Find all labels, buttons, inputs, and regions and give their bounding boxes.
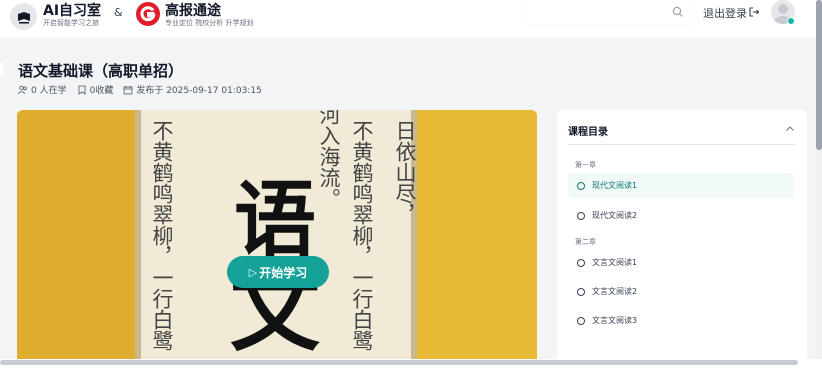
lesson-status-icon	[577, 287, 585, 296]
lesson-item-4[interactable]: 文言文阅读2	[568, 279, 794, 304]
course-catalog-panel: 课程目录 第一章 现代文阅读1 现代文阅读2 第二章 文言文阅读1 文言文阅读2…	[557, 110, 807, 375]
lesson-status-icon	[577, 211, 585, 220]
gaobao-logo-icon[interactable]	[135, 1, 161, 27]
logout-icon[interactable]	[748, 6, 760, 18]
horizontal-scrollbar-thumb[interactable]	[0, 360, 798, 365]
publish-date: 发布于 2025-09-17 01:03:15	[136, 86, 262, 96]
lesson-status-icon	[577, 181, 585, 190]
online-status-dot	[787, 17, 795, 25]
vertical-scrollbar-thumb[interactable]	[816, 0, 822, 150]
lesson-label: 文言文阅读2	[592, 287, 638, 296]
course-meta: 0 人在学 0收藏 发布于 2025-09-17 01:03:15	[18, 83, 262, 96]
top-bar	[0, 0, 822, 38]
catalog-title: 课程目录	[568, 127, 608, 138]
brand1-title: AI自习室	[43, 3, 102, 19]
logout-button[interactable]: 退出登录	[703, 5, 747, 21]
lesson-label: 文言文阅读3	[592, 316, 638, 325]
cover-poem-col-4: 日依山尽，	[393, 120, 417, 225]
lesson-item-1[interactable]: 现代文阅读1	[568, 173, 794, 198]
course-cover-image: 不黄鹤鸣翠柳，一行白鹭 河入海流。 不黄鹤鸣翠柳，一行白鹭 日依山尽， 语 文	[17, 110, 537, 375]
bookmark-icon[interactable]	[77, 85, 87, 95]
learner-count: 0 人在学	[31, 86, 67, 96]
ampersand: &	[114, 6, 123, 19]
chapter-2-title: 第二章	[575, 238, 596, 246]
lesson-status-icon	[577, 258, 585, 267]
calendar-icon	[123, 85, 133, 94]
cover-poem-col-1: 不黄鹤鸣翠柳，一行白鹭	[150, 120, 174, 351]
cover-poem-col-3: 不黄鹤鸣翠柳，一行白鹭	[350, 120, 374, 351]
search-icon[interactable]	[672, 6, 684, 18]
play-icon: ▷	[248, 265, 258, 279]
chapter-1-title: 第一章	[575, 161, 596, 169]
lesson-item-3[interactable]: 文言文阅读1	[568, 250, 794, 275]
cover-poem-col-2: 河入海流。	[317, 110, 341, 209]
start-learning-label: 开始学习	[259, 265, 308, 280]
lesson-label: 现代文阅读2	[592, 211, 638, 220]
start-learning-button[interactable]: ▷ 开始学习	[227, 256, 329, 288]
users-icon	[18, 85, 27, 94]
lesson-item-5[interactable]: 文言文阅读3	[568, 308, 794, 333]
lesson-label: 文言文阅读1	[592, 258, 638, 267]
course-title: 语文基础课（高职单招）	[18, 62, 184, 80]
ai-study-room-logo[interactable]	[10, 3, 37, 30]
lesson-status-icon	[577, 316, 585, 325]
search-input[interactable]	[526, 0, 694, 25]
favorite-count[interactable]: 0收藏	[90, 83, 114, 96]
chevron-up-icon[interactable]	[785, 124, 795, 134]
catalog-divider	[568, 144, 796, 145]
brand2-title: 高报通途	[165, 3, 221, 19]
book-logo-icon	[17, 11, 30, 23]
brand2-subtitle: 专业定位 院校分析 升学规划	[165, 19, 254, 27]
lesson-label: 现代文阅读1	[592, 181, 638, 190]
collapse-handle[interactable]	[0, 62, 4, 76]
lesson-item-2[interactable]: 现代文阅读2	[568, 203, 794, 228]
cover-illustration: 不黄鹤鸣翠柳，一行白鹭 河入海流。 不黄鹤鸣翠柳，一行白鹭 日依山尽， 语 文	[17, 110, 537, 375]
cover-char-top: 语	[234, 172, 316, 268]
brand1-subtitle: 开启智能学习之旅	[43, 19, 99, 27]
